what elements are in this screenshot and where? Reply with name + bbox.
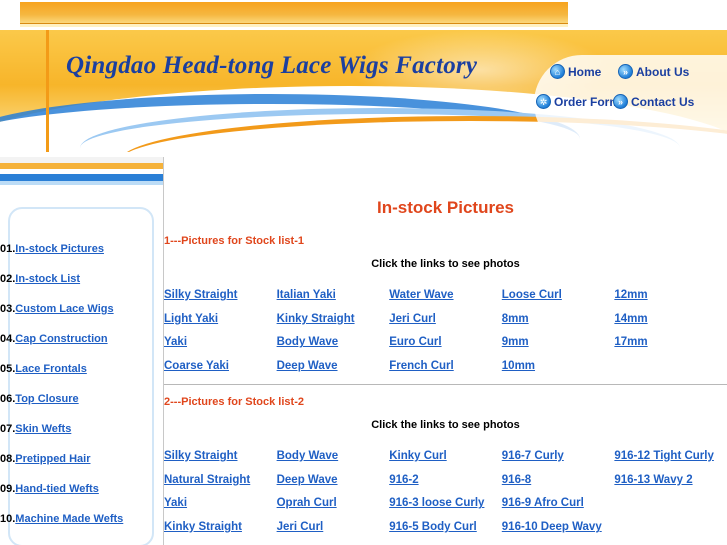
chevron-right-icon: »: [618, 64, 633, 79]
sidebar-item: 07.Skin Wefts: [0, 423, 164, 453]
photo-link[interactable]: 916-10 Deep Wavy: [502, 520, 615, 544]
sidebar-item-number: 02.: [0, 273, 16, 285]
section-hint: Click the links to see photos: [371, 258, 520, 270]
sidebar-item: 02.In-stock List: [0, 273, 164, 303]
sidebar-link-cap-construction[interactable]: Cap Construction: [15, 333, 107, 345]
photo-link[interactable]: Light Yaki: [164, 312, 277, 336]
photo-link[interactable]: [614, 496, 727, 520]
sidebar-item: 03.Custom Lace Wigs: [0, 303, 164, 333]
sidebar-item: 06.Top Closure: [0, 393, 164, 423]
photo-link[interactable]: 916-8: [502, 473, 615, 497]
photo-link[interactable]: Deep Wave: [277, 359, 390, 383]
sidebar-link-in-stock-pictures[interactable]: In-stock Pictures: [15, 243, 104, 255]
photo-link[interactable]: Kinky Straight: [164, 520, 277, 544]
photo-link[interactable]: Euro Curl: [389, 335, 502, 359]
photo-link[interactable]: Body Wave: [277, 335, 390, 359]
section-hint: Click the links to see photos: [371, 419, 520, 431]
photo-link[interactable]: Oprah Curl: [277, 496, 390, 520]
photo-link[interactable]: 17mm: [614, 335, 727, 359]
photo-link[interactable]: Kinky Straight: [277, 312, 390, 336]
photo-link[interactable]: Coarse Yaki: [164, 359, 277, 383]
photo-link[interactable]: 916-7 Curly: [502, 449, 615, 473]
sidebar-item-number: 03.: [0, 303, 16, 315]
sidebar-item-number: 05.: [0, 363, 16, 375]
chevron-right-icon: »: [613, 94, 628, 109]
sidebar-item: 10.Machine Made Wefts: [0, 513, 164, 543]
header-nav: ⌂ Home » About Us ✲ Order Form » Contact…: [534, 55, 727, 151]
sidebar-link-lace-frontals[interactable]: Lace Frontals: [15, 363, 87, 375]
photo-link[interactable]: 916-2: [389, 473, 502, 497]
sidebar-link-pretipped-hair[interactable]: Pretipped Hair: [15, 453, 90, 465]
photo-links-grid-2: Silky Straight Body Wave Kinky Curl 916-…: [164, 449, 727, 544]
sidebar-item-number: 06.: [0, 393, 16, 405]
sidebar-item-number: 10.: [0, 513, 16, 525]
photo-links-grid-1: Silky Straight Italian Yaki Water Wave L…: [164, 288, 727, 383]
top-decor-line: [20, 24, 568, 27]
nav-order-form-link[interactable]: ✲ Order Form: [536, 94, 620, 109]
photo-link[interactable]: 916-3 loose Curly: [389, 496, 502, 520]
sidebar-item: 04.Cap Construction: [0, 333, 164, 363]
photo-link[interactable]: Yaki: [164, 496, 277, 520]
sidebar-link-machine-made-wefts[interactable]: Machine Made Wefts: [15, 513, 123, 525]
photo-link[interactable]: 14mm: [614, 312, 727, 336]
gear-icon: ✲: [536, 94, 551, 109]
sidebar-header-stripes: [0, 157, 164, 187]
sidebar-item-number: 07.: [0, 423, 16, 435]
sidebar-item: 05.Lace Frontals: [0, 363, 164, 393]
sidebar-item: 01.In-stock Pictures: [0, 243, 164, 273]
banner-vertical-accent: [46, 30, 49, 152]
nav-home-link[interactable]: ⌂ Home: [550, 64, 601, 79]
page-title: In-stock Pictures: [377, 198, 514, 217]
sidebar-link-in-stock-list[interactable]: In-stock List: [15, 273, 80, 285]
photo-link[interactable]: 10mm: [502, 359, 615, 383]
sidebar-item-number: 04.: [0, 333, 16, 345]
photo-link[interactable]: [614, 359, 727, 383]
nav-home-label: Home: [568, 64, 602, 79]
photo-link[interactable]: Deep Wave: [277, 473, 390, 497]
sidebar-item-number: 09.: [0, 483, 16, 495]
photo-link[interactable]: Jeri Curl: [277, 520, 390, 544]
photo-link[interactable]: Body Wave: [277, 449, 390, 473]
photo-link[interactable]: 916-5 Body Curl: [389, 520, 502, 544]
sidebar-item-number: 01.: [0, 243, 16, 255]
sidebar-link-top-closure[interactable]: Top Closure: [15, 393, 78, 405]
photo-link[interactable]: 916-9 Afro Curl: [502, 496, 615, 520]
nav-about-link[interactable]: » About Us: [618, 64, 689, 79]
photo-link[interactable]: 12mm: [614, 288, 727, 312]
photo-link[interactable]: [614, 520, 727, 544]
photo-link[interactable]: French Curl: [389, 359, 502, 383]
nav-order-form-label: Order Form: [554, 94, 621, 109]
site-title: Qingdao Head-tong Lace Wigs Factory: [66, 52, 478, 79]
sidebar-menu: 01.In-stock Pictures 02.In-stock List 03…: [0, 243, 164, 543]
sidebar-item: 09.Hand-tied Wefts: [0, 483, 164, 513]
photo-link[interactable]: Kinky Curl: [389, 449, 502, 473]
photo-link[interactable]: Water Wave: [389, 288, 502, 312]
section-divider: [164, 384, 727, 385]
photo-link[interactable]: Loose Curl: [502, 288, 615, 312]
section-title-stock-list-2: 2---Pictures for Stock list-2: [164, 396, 304, 408]
sidebar-item: 08.Pretipped Hair: [0, 453, 164, 483]
top-decor-bar: [20, 2, 568, 24]
photo-link[interactable]: Silky Straight: [164, 449, 277, 473]
photo-link[interactable]: Silky Straight: [164, 288, 277, 312]
photo-link[interactable]: 916-13 Wavy 2: [614, 473, 727, 497]
photo-link[interactable]: 8mm: [502, 312, 615, 336]
nav-about-label: About Us: [636, 64, 690, 79]
photo-link[interactable]: 916-12 Tight Curly: [614, 449, 727, 473]
sidebar-item-number: 08.: [0, 453, 16, 465]
nav-contact-label: Contact Us: [631, 94, 695, 109]
nav-contact-link[interactable]: » Contact Us: [613, 94, 694, 109]
section-title-stock-list-1: 1---Pictures for Stock list-1: [164, 235, 304, 247]
photo-link[interactable]: Italian Yaki: [277, 288, 390, 312]
photo-link[interactable]: Yaki: [164, 335, 277, 359]
home-icon: ⌂: [550, 64, 565, 79]
sidebar-link-hand-tied-wefts[interactable]: Hand-tied Wefts: [15, 483, 99, 495]
photo-link[interactable]: 9mm: [502, 335, 615, 359]
photo-link[interactable]: Jeri Curl: [389, 312, 502, 336]
photo-link[interactable]: Natural Straight: [164, 473, 277, 497]
sidebar-link-custom-lace-wigs[interactable]: Custom Lace Wigs: [15, 303, 113, 315]
sidebar-link-skin-wefts[interactable]: Skin Wefts: [15, 423, 71, 435]
